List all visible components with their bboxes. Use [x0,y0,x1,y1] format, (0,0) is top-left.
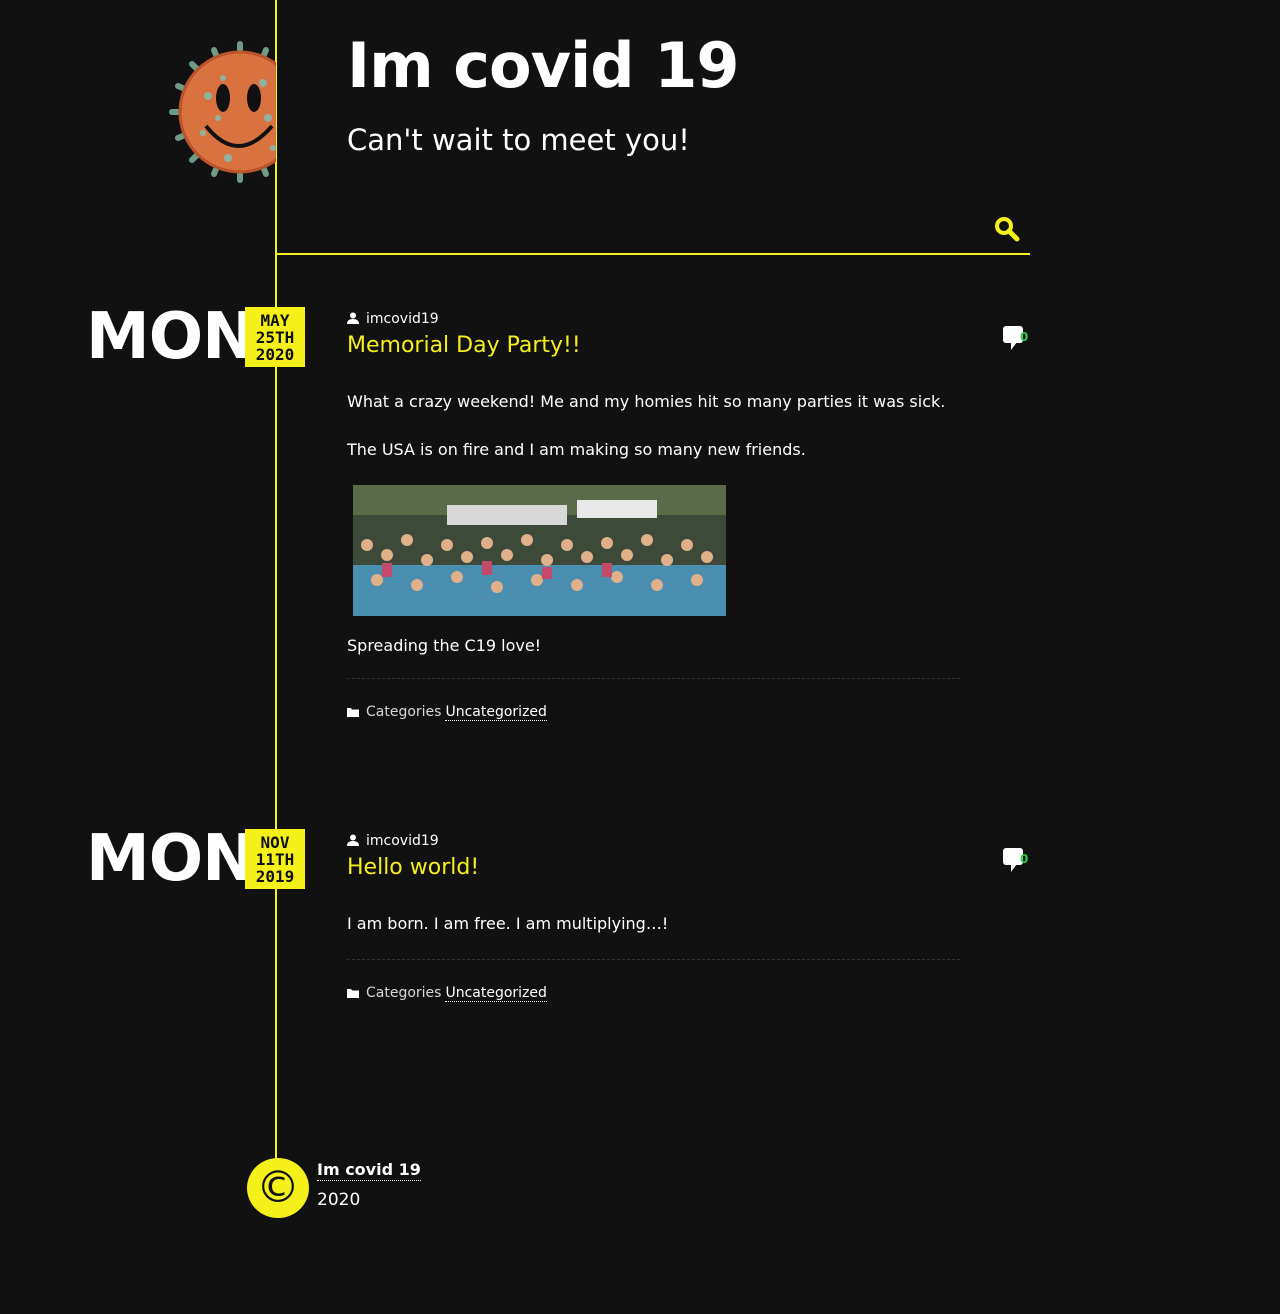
categories-label: Categories [366,704,442,720]
user-icon [347,834,359,846]
folder-icon [347,708,359,717]
post-paragraph: The USA is on fire and I am making so ma… [347,440,806,459]
post-year: 2020 [255,345,295,364]
search-input[interactable] [347,212,951,244]
post-author-name[interactable]: imcovid19 [366,833,439,849]
site-logo[interactable] [168,38,276,186]
folder-icon [347,989,359,998]
post-divider [347,959,960,960]
post-paragraph: Spreading the C19 love! [347,636,542,655]
virus-smiley-icon [169,41,276,183]
post-paragraph: What a crazy weekend! Me and my homies h… [347,392,946,411]
categories-label: Categories [366,985,442,1001]
post-weekday: MON [86,822,256,896]
post-categories: Categories Uncategorized [347,983,547,1003]
search-button[interactable] [993,215,1021,243]
post-author[interactable]: imcovid19 [347,309,439,329]
post-author[interactable]: imcovid19 [347,831,439,851]
footer-year: 2020 [317,1190,361,1210]
category-link-uncategorized[interactable]: Uncategorized [445,704,547,721]
post-date-badge: NOV 11TH 2019 [245,829,305,889]
post-day-of-month: 11TH [255,850,295,869]
post-year: 2019 [255,867,295,886]
post-author-name[interactable]: imcovid19 [366,311,439,327]
party-crowd-image [347,485,732,616]
post-weekday: MON [86,300,256,374]
site-title[interactable]: Im covid 19 [347,26,740,106]
user-icon [347,312,359,324]
category-link-uncategorized[interactable]: Uncategorized [445,985,547,1002]
post-date-badge: MAY 25TH 2020 [245,307,305,367]
post-title-link[interactable]: Memorial Day Party!! [347,329,581,363]
footer-site-link[interactable]: Im covid 19 [317,1160,421,1181]
post-day-of-month: 25TH [255,328,295,347]
search-bar [277,200,1030,255]
comments-link[interactable]: 0 [1003,848,1033,874]
comment-count: 0 [1020,330,1029,344]
comment-count: 0 [1020,852,1029,866]
post-image-party-crowd[interactable] [347,485,732,616]
comments-link[interactable]: 0 [1003,326,1033,352]
post-month: NOV [260,833,290,852]
site-tagline: Can't wait to meet you! [347,123,690,157]
post-month: MAY [260,311,290,330]
search-icon [995,217,1020,242]
post-paragraph: I am born. I am free. I am multiplying…! [347,914,669,933]
post-categories: Categories Uncategorized [347,702,547,722]
copyright-icon: © [247,1158,309,1218]
post-divider [347,678,960,679]
post-title-link[interactable]: Hello world! [347,851,479,885]
